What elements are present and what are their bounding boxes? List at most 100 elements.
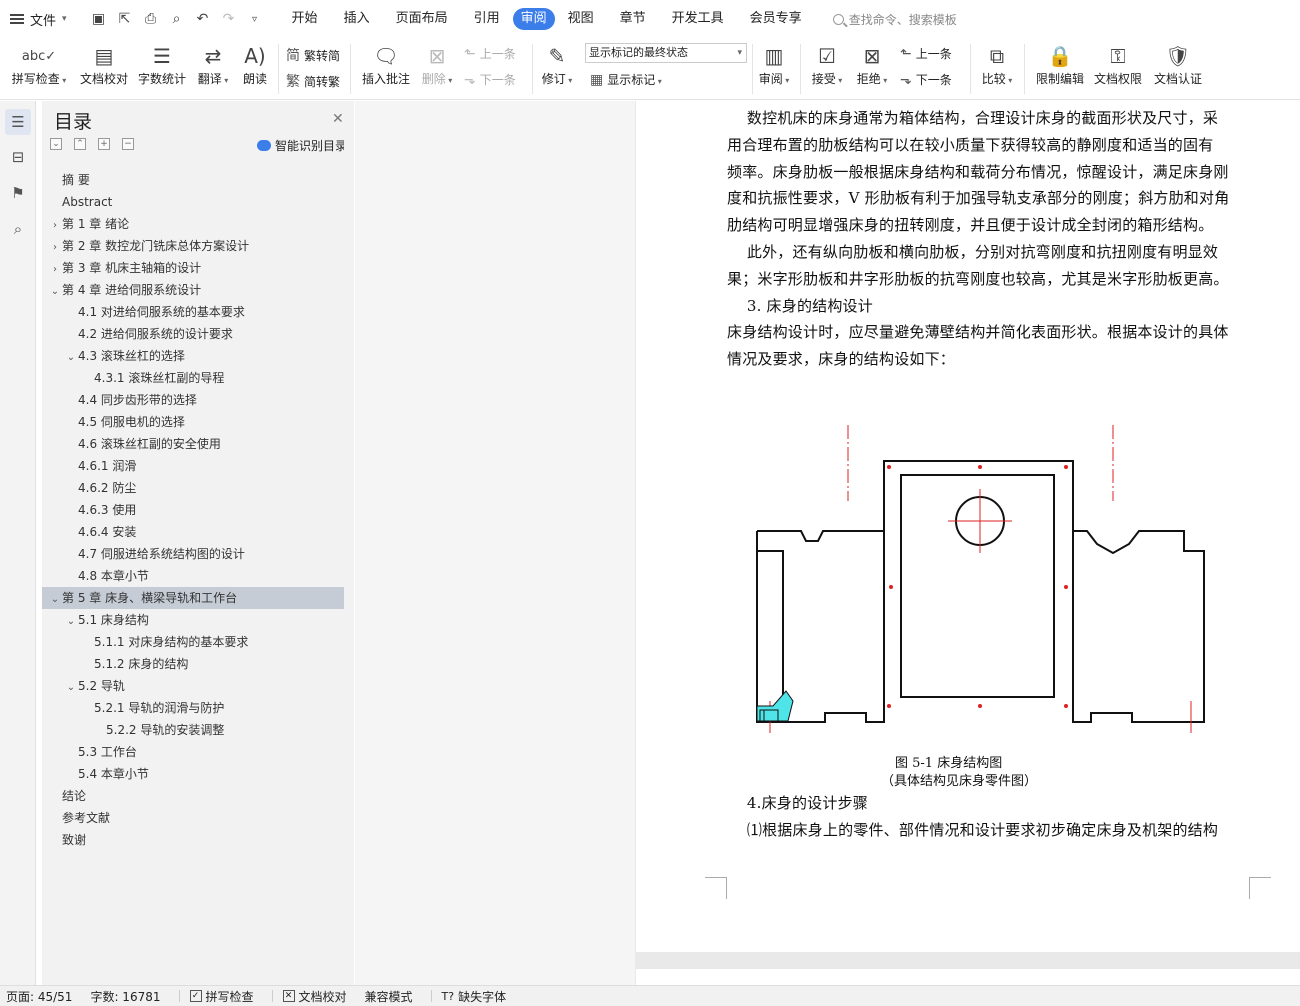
add-heading-icon[interactable]: + [98, 138, 110, 150]
tab-view[interactable]: 视图 [555, 8, 607, 30]
word-count-button[interactable]: ☰ 字数统计 [136, 42, 188, 87]
smart-toc-button[interactable]: 智能识别目录 [257, 137, 347, 154]
word-count-indicator[interactable]: 字数: 16781 [90, 988, 160, 1005]
customize-icon[interactable]: ▿ [245, 14, 265, 25]
toc-item[interactable]: ⌄ 4.3 滚珠丝杠的选择 [42, 345, 344, 367]
translate-button[interactable]: ⇄ 翻译 [193, 42, 233, 87]
document-page[interactable]: 数控机床的床身通常为箱体结构，合理设计床身的截面形状及尺寸，采 用合理布置的肋板结… [636, 101, 1300, 952]
command-search[interactable]: 查找命令、搜索模板 [832, 11, 957, 28]
toc-item[interactable]: ⌄ 第 5 章 床身、横梁导轨和工作台 [42, 587, 344, 609]
next-page[interactable] [636, 969, 1300, 985]
chevron-down-icon[interactable]: ⌄ [64, 611, 78, 633]
toc-item[interactable]: 4.6.3 使用 [42, 499, 344, 521]
toc-item[interactable]: 5.4 本章小节 [42, 763, 344, 785]
toc-item[interactable]: › 第 3 章 机床主轴箱的设计 [42, 257, 344, 279]
toc-item[interactable]: 5.2.2 导轨的安装调整 [42, 719, 344, 741]
toc-item[interactable]: ⌄ 5.2 导轨 [42, 675, 344, 697]
track-changes-button[interactable]: ✎ 修订 [538, 42, 576, 87]
toc-item[interactable]: 4.8 本章小节 [42, 565, 344, 587]
toc-item[interactable]: 结论 [42, 785, 344, 807]
tab-insert[interactable]: 插入 [331, 8, 383, 30]
tab-references[interactable]: 引用 [461, 8, 513, 30]
tab-member[interactable]: 会员专享 [737, 8, 815, 30]
restrict-edit-button[interactable]: 🔒 限制编辑 [1034, 42, 1086, 87]
delete-comment-button[interactable]: ⊠ 删除 [418, 42, 456, 87]
tab-page-layout[interactable]: 页面布局 [383, 8, 461, 30]
toc-item[interactable]: ⌄ 5.1 床身结构 [42, 609, 344, 631]
chevron-right-icon[interactable]: › [48, 259, 62, 281]
bookmark-icon[interactable]: ⚑ [5, 180, 31, 206]
print-icon[interactable]: ⎙ [141, 11, 161, 27]
spell-check-button[interactable]: abc✓ 拼写检查 [8, 42, 70, 87]
redo-icon[interactable]: ↷ [219, 11, 239, 27]
print-preview-icon[interactable]: ⌕ [167, 11, 187, 27]
doc-certify-button[interactable]: 🛡 文档认证 [1150, 42, 1206, 87]
close-icon[interactable]: ✕ [332, 111, 344, 127]
toc-scrollbar[interactable] [344, 101, 354, 985]
toc-item[interactable]: ⌄ 第 4 章 进给伺服系统设计 [42, 279, 344, 301]
toc-item[interactable]: 4.1 对进给伺服系统的基本要求 [42, 301, 344, 323]
toc-item[interactable]: 4.6 滚珠丝杠副的安全使用 [42, 433, 344, 455]
file-menu[interactable]: 文件 ▾ [0, 0, 77, 38]
missing-fonts-button[interactable]: T? 缺失字体 [442, 988, 507, 1005]
status-spell-check[interactable]: ✓ 拼写检查 [189, 988, 254, 1005]
toc-item[interactable]: 4.6.1 润滑 [42, 455, 344, 477]
show-markup-button[interactable]: ▦ 显示标记 [590, 71, 662, 88]
toc-panel-icon[interactable]: ☰ [5, 109, 31, 135]
toc-item[interactable]: › 第 2 章 数控龙门铣床总体方案设计 [42, 235, 344, 257]
next-comment-button[interactable]: ⬎ 下一条 [464, 71, 516, 88]
toc-item[interactable]: 参考文献 [42, 807, 344, 829]
chevron-down-icon[interactable]: ⌄ [64, 347, 78, 369]
prev-comment-button[interactable]: ⬑ 上一条 [464, 45, 516, 62]
insert-comment-button[interactable]: 🗨 插入批注 [358, 42, 414, 87]
toc-item[interactable]: 5.2.1 导轨的润滑与防护 [42, 697, 344, 719]
toc-item[interactable]: 4.2 进给伺服系统的设计要求 [42, 323, 344, 345]
chevron-down-icon[interactable]: ⌄ [48, 589, 62, 611]
simp-to-trad-button[interactable]: 繁 简转繁 [286, 71, 340, 91]
toc-item[interactable]: 4.6.4 安装 [42, 521, 344, 543]
next-change-button[interactable]: ⬎ 下一条 [900, 71, 952, 88]
read-aloud-button[interactable]: A) 朗读 [238, 42, 272, 87]
toc-item[interactable]: 4.3.1 滚珠丝杠副的导程 [42, 367, 344, 389]
doc-permission-button[interactable]: ⚿ 文档权限 [1092, 42, 1144, 87]
toc-item[interactable]: 4.5 伺服电机的选择 [42, 411, 344, 433]
toc-item[interactable]: 5.3 工作台 [42, 741, 344, 763]
toc-item[interactable]: 5.1.2 床身的结构 [42, 653, 344, 675]
toc-item-label: 4.6.1 润滑 [78, 459, 137, 473]
expand-all-icon[interactable]: ⌃ [74, 138, 86, 150]
status-spell-check-label: 拼写检查 [205, 989, 254, 1004]
chevron-right-icon[interactable]: › [48, 237, 62, 259]
section-nav-icon[interactable]: ⊟ [5, 144, 31, 170]
toc-item[interactable]: 4.4 同步齿形带的选择 [42, 389, 344, 411]
markup-display-select[interactable]: 显示标记的最终状态 [585, 43, 747, 63]
tab-home[interactable]: 开始 [279, 8, 331, 30]
tab-review[interactable]: 审阅 [512, 8, 555, 30]
toc-item[interactable]: 5.1.1 对床身结构的基本要求 [42, 631, 344, 653]
chevron-down-icon[interactable]: ⌄ [48, 281, 62, 303]
toc-item[interactable]: Abstract [42, 191, 344, 213]
prev-change-button[interactable]: ⬑ 上一条 [900, 45, 952, 62]
remove-heading-icon[interactable]: − [122, 138, 134, 150]
compare-button[interactable]: ⧉ 比较 [978, 42, 1016, 87]
search-icon[interactable]: ⌕ [5, 216, 31, 242]
chevron-right-icon[interactable]: › [48, 215, 62, 237]
status-doc-proof[interactable]: ✕ 文档校对 [282, 988, 347, 1005]
trad-to-simp-button[interactable]: 简 繁转简 [286, 45, 340, 65]
toc-item[interactable]: 4.6.2 防尘 [42, 477, 344, 499]
collapse-all-icon[interactable]: ⌄ [50, 138, 62, 150]
reject-button[interactable]: ⊠ 拒绝 [853, 42, 891, 87]
save-icon[interactable]: ▣ [89, 11, 109, 27]
tab-developer[interactable]: 开发工具 [659, 8, 737, 30]
undo-icon[interactable]: ↶ [193, 11, 213, 27]
toc-item[interactable]: › 第 1 章 绪论 [42, 213, 344, 235]
toc-item[interactable]: 摘 要 [42, 169, 344, 191]
page-indicator[interactable]: 页面: 45/51 [6, 988, 72, 1005]
tab-section[interactable]: 章节 [607, 8, 659, 30]
doc-proof-button[interactable]: ▤ 文档校对 [76, 42, 132, 87]
toc-item[interactable]: 4.7 伺服进给系统结构图的设计 [42, 543, 344, 565]
chevron-down-icon[interactable]: ⌄ [64, 677, 78, 699]
export-icon[interactable]: ⇱ [115, 11, 135, 27]
review-pane-button[interactable]: ▥ 审阅 [755, 42, 793, 87]
toc-item[interactable]: 致谢 [42, 829, 344, 851]
accept-button[interactable]: ☑ 接受 [808, 42, 846, 87]
